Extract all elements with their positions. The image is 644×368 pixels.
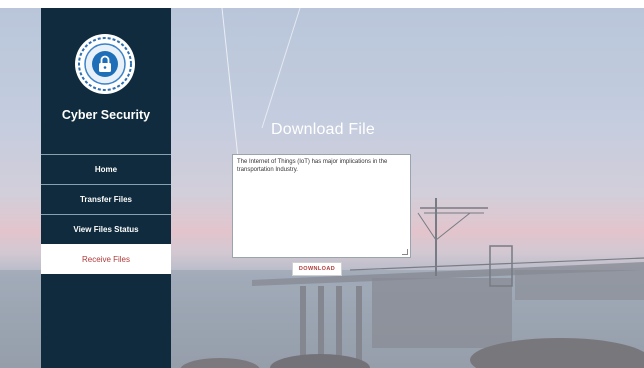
download-button[interactable]: DOWNLOAD xyxy=(292,262,342,276)
sidebar-item-home[interactable]: Home xyxy=(41,154,171,184)
sidebar: Cyber Security Home Transfer Files View … xyxy=(41,8,171,368)
page-title: Download File xyxy=(271,121,375,138)
file-content-textarea[interactable]: The Internet of Things (IoT) has major i… xyxy=(232,154,411,258)
file-content-text: The Internet of Things (IoT) has major i… xyxy=(237,159,388,173)
sidebar-nav: Home Transfer Files View Files Status Re… xyxy=(41,154,171,274)
sidebar-item-view-files-status[interactable]: View Files Status xyxy=(41,214,171,244)
app-brand-title: Cyber Security xyxy=(61,108,151,122)
resize-handle-icon[interactable] xyxy=(402,249,408,255)
sidebar-item-receive-files[interactable]: Receive Files xyxy=(41,244,171,274)
lock-shield-icon xyxy=(75,34,135,94)
sidebar-item-transfer-files[interactable]: Transfer Files xyxy=(41,184,171,214)
